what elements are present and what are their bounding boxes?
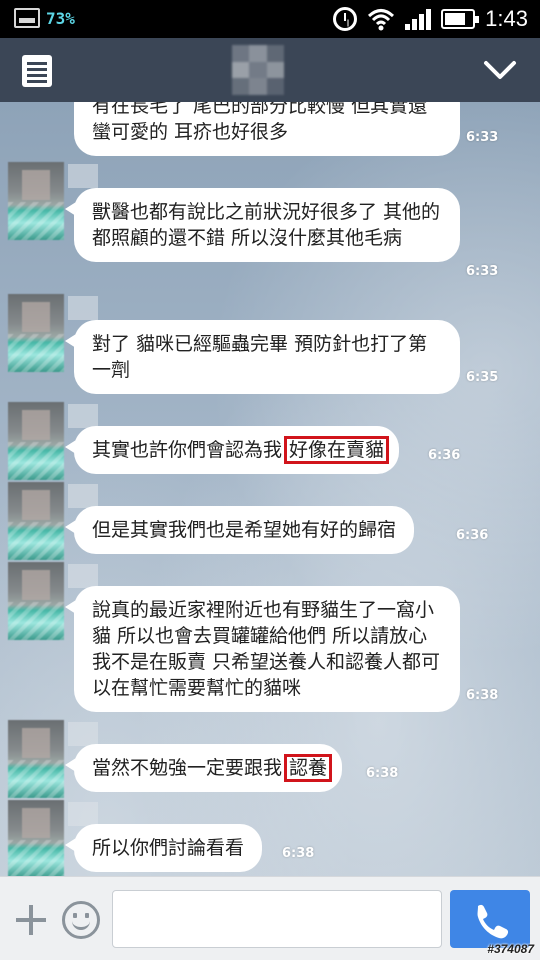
chat-header xyxy=(0,38,540,102)
status-time: 1:43 xyxy=(485,6,528,31)
battery-icon xyxy=(441,9,480,29)
chat-area[interactable]: 有在長毛了 尾巴的部分比較慢 但其實還蠻可愛的 耳疥也好很多 6:33 獸醫也都… xyxy=(0,102,540,876)
message-text: 當然不勉強一定要跟我 xyxy=(92,757,283,779)
alarm-icon xyxy=(333,7,358,31)
sender-name-blurred xyxy=(68,722,98,746)
message-text: 說真的最近家裡附近也有野貓生了一窩小貓 所以也會去買罐罐給他們 所以請放心 我不… xyxy=(92,599,441,699)
status-right: 1:43 xyxy=(333,6,528,32)
contact-name-blurred xyxy=(232,45,284,95)
message-bubble[interactable]: 獸醫也都有說比之前狀況好很多了 其他的都照顧的還不錯 所以沒什麼其他毛病 xyxy=(65,188,460,262)
message-time: 6:33 xyxy=(466,130,499,145)
avatar[interactable] xyxy=(8,800,64,876)
highlighted-text: 認養 xyxy=(284,754,333,782)
status-left: 73% xyxy=(14,8,75,28)
emoji-icon[interactable] xyxy=(62,901,100,939)
message-input[interactable] xyxy=(112,890,442,948)
message-text: 有在長毛了 尾巴的部分比較慢 但其實還蠻可愛的 耳疥也好很多 xyxy=(92,102,428,143)
phone-icon xyxy=(477,904,509,939)
message-time: 6:36 xyxy=(456,528,489,543)
message-time: 6:33 xyxy=(466,264,499,279)
avatar[interactable] xyxy=(8,482,64,560)
message-text: 對了 貓咪已經驅蟲完畢 預防針也打了第一劑 xyxy=(92,333,428,381)
message-bubble[interactable]: 但是其實我們也是希望她有好的歸宿 xyxy=(64,506,415,554)
message-text: 其實也許你們會認為我 xyxy=(92,439,283,461)
sender-name-blurred xyxy=(68,296,98,320)
notes-icon[interactable] xyxy=(22,55,52,87)
plus-icon[interactable] xyxy=(14,903,48,937)
sender-name-blurred xyxy=(68,564,98,588)
message-time: 6:38 xyxy=(282,846,315,861)
sender-name-blurred xyxy=(68,484,98,508)
signal-icon xyxy=(405,8,432,30)
sender-name-blurred xyxy=(68,802,98,826)
message-time: 6:38 xyxy=(366,766,399,781)
gallery-icon xyxy=(14,8,40,28)
avatar[interactable] xyxy=(8,162,64,240)
message-bubble[interactable]: 所以你們討論看看 xyxy=(64,824,263,872)
avatar[interactable] xyxy=(8,294,64,372)
message-time: 6:36 xyxy=(428,448,461,463)
avatar[interactable] xyxy=(8,562,64,640)
message-time: 6:35 xyxy=(466,370,499,385)
battery-percent: 73% xyxy=(46,8,75,28)
avatar[interactable] xyxy=(8,402,64,480)
status-bar: 73% 1:43 xyxy=(0,0,540,38)
message-text: 但是其實我們也是希望她有好的歸宿 xyxy=(92,519,397,541)
avatar[interactable] xyxy=(8,720,64,798)
message-bubble[interactable]: 有在長毛了 尾巴的部分比較慢 但其實還蠻可愛的 耳疥也好很多 xyxy=(74,102,460,156)
input-bar: #374087 xyxy=(0,876,540,960)
chevron-down-icon[interactable] xyxy=(482,54,518,86)
wifi-icon xyxy=(368,9,395,31)
watermark: #374087 xyxy=(487,942,534,956)
message-time: 6:38 xyxy=(466,688,499,703)
sender-name-blurred xyxy=(68,164,98,188)
call-button[interactable] xyxy=(450,890,530,948)
message-bubble[interactable]: 當然不勉強一定要跟我 認養 xyxy=(64,744,343,792)
message-bubble[interactable]: 其實也許你們會認為我 好像在賣貓 xyxy=(64,426,400,474)
message-text: 所以你們討論看看 xyxy=(92,837,245,859)
message-text: 獸醫也都有說比之前狀況好很多了 其他的都照顧的還不錯 所以沒什麼其他毛病 xyxy=(92,201,441,249)
sender-name-blurred xyxy=(68,404,98,428)
message-bubble[interactable]: 對了 貓咪已經驅蟲完畢 預防針也打了第一劑 xyxy=(65,320,460,394)
highlighted-text: 好像在賣貓 xyxy=(284,436,390,464)
message-bubble[interactable]: 說真的最近家裡附近也有野貓生了一窩小貓 所以也會去買罐罐給他們 所以請放心 我不… xyxy=(65,586,460,712)
